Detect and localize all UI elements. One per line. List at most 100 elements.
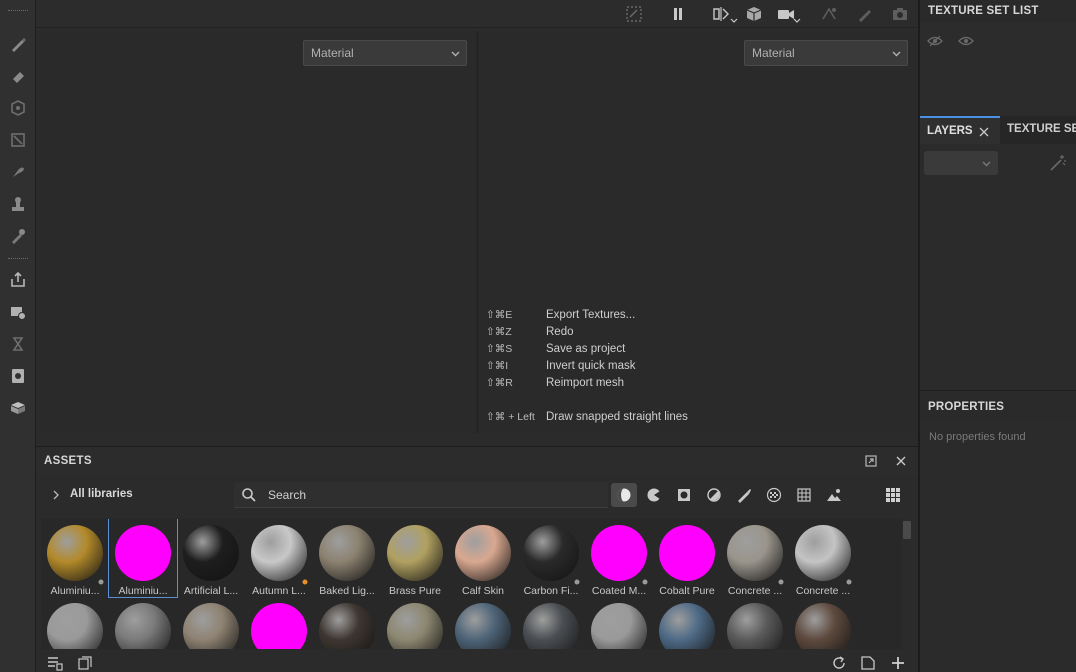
- asset-badge-icon: [573, 573, 581, 585]
- import-resources-icon[interactable]: [47, 655, 63, 671]
- asset-item[interactable]: [585, 597, 653, 649]
- asset-item[interactable]: [245, 597, 313, 649]
- filter-filters-button[interactable]: [701, 483, 727, 507]
- polygon-fill-tool-icon[interactable]: [8, 130, 28, 150]
- asset-item[interactable]: [449, 597, 517, 649]
- assets-toolbar: All libraries: [36, 480, 918, 510]
- shortcut-key: ⇧⌘E: [486, 309, 513, 321]
- filter-smart-materials-button[interactable]: [641, 483, 667, 507]
- material-thumbnail: [523, 525, 579, 581]
- asset-item[interactable]: [177, 597, 245, 649]
- tab-layers[interactable]: LAYERS: [920, 116, 1000, 144]
- magic-wand-icon[interactable]: [1049, 154, 1067, 172]
- symmetry-caret-icon[interactable]: [730, 18, 738, 24]
- asset-item[interactable]: Concrete ...: [789, 519, 857, 597]
- close-icon[interactable]: [894, 454, 908, 468]
- shortcut-action: Export Textures...: [546, 309, 636, 321]
- camera-caret-icon[interactable]: [793, 18, 801, 24]
- filter-environments-button[interactable]: [821, 483, 847, 507]
- search-box[interactable]: [234, 482, 608, 508]
- material-thumbnail: [727, 525, 783, 581]
- viewport-3d-channel-label: Material: [311, 46, 354, 60]
- bake-tool-icon[interactable]: [8, 302, 28, 322]
- asset-item[interactable]: [653, 597, 721, 649]
- symmetry-icon[interactable]: [710, 4, 732, 24]
- clone-stamp-tool-icon[interactable]: [8, 194, 28, 214]
- grid-view-icon: [886, 488, 900, 502]
- asset-item[interactable]: [721, 597, 789, 649]
- asset-item[interactable]: Autumn L...: [245, 519, 313, 597]
- asset-item[interactable]: [313, 597, 381, 649]
- filter-smart-masks-button[interactable]: [671, 483, 697, 507]
- grid-view-button[interactable]: [880, 483, 906, 507]
- asset-label: Autumn L...: [252, 585, 306, 597]
- search-input[interactable]: [268, 487, 598, 503]
- display-settings-icon[interactable]: [8, 366, 28, 386]
- selection-mask-icon[interactable]: [623, 4, 645, 24]
- shelf-box-icon[interactable]: [8, 398, 28, 418]
- texture-set-list-title: TEXTURE SET LIST: [928, 5, 1039, 17]
- asset-item[interactable]: Calf Skin: [449, 519, 517, 597]
- material-thumbnail: [251, 525, 307, 581]
- asset-item[interactable]: [517, 597, 585, 649]
- library-manager-icon[interactable]: [77, 655, 93, 671]
- shortcut-action: Draw snapped straight lines: [546, 411, 688, 423]
- filter-procedurals-button[interactable]: [791, 483, 817, 507]
- asset-item[interactable]: [109, 597, 177, 649]
- asset-item[interactable]: Aluminiu...: [108, 519, 178, 598]
- asset-item[interactable]: Coated M...: [585, 519, 653, 597]
- left-tool-palette: [0, 0, 36, 672]
- tab-texture-set-settings[interactable]: TEXTURE SE: [1000, 116, 1076, 144]
- paint-mode-icon[interactable]: [854, 4, 876, 24]
- toolbar-grip-2[interactable]: [8, 258, 28, 260]
- layers-panel: LAYERS TEXTURE SE: [920, 116, 1076, 388]
- maximize-icon[interactable]: [864, 454, 878, 468]
- close-icon[interactable]: [979, 127, 989, 137]
- projection-tool-icon[interactable]: [8, 98, 28, 118]
- iray-render-icon[interactable]: [818, 4, 840, 24]
- scrollbar-thumb[interactable]: [903, 521, 911, 539]
- material-thumbnail: [251, 603, 307, 649]
- asset-item[interactable]: [41, 597, 109, 649]
- library-selector[interactable]: All libraries: [70, 488, 133, 500]
- eye-icon[interactable]: [958, 34, 974, 48]
- properties-panel: PROPERTIES No properties found: [920, 390, 1076, 672]
- color-picker-tool-icon[interactable]: [8, 226, 28, 246]
- asset-item[interactable]: Artificial L...: [177, 519, 245, 597]
- asset-item[interactable]: [789, 597, 857, 649]
- viewport-3d[interactable]: Material: [36, 31, 476, 433]
- asset-item[interactable]: Carbon Fi...: [517, 519, 585, 597]
- viewport-2d[interactable]: Material: [479, 31, 918, 433]
- paint-brush-tool-icon[interactable]: [8, 34, 28, 54]
- hourglass-tool-icon[interactable]: [8, 334, 28, 354]
- layers-channel-select[interactable]: [924, 151, 998, 175]
- filter-alphas-button[interactable]: [761, 483, 787, 507]
- asset-grid-scrollbar[interactable]: [902, 519, 912, 649]
- view-cube-icon[interactable]: [743, 4, 765, 24]
- viewport-3d-channel-select[interactable]: Material: [303, 40, 467, 66]
- screenshot-camera-icon[interactable]: [889, 4, 911, 24]
- material-thumbnail: [387, 603, 443, 649]
- asset-item[interactable]: Brass Pure: [381, 519, 449, 597]
- asset-item[interactable]: [381, 597, 449, 649]
- add-icon[interactable]: [890, 655, 906, 671]
- asset-item[interactable]: Cobalt Pure: [653, 519, 721, 597]
- eye-hidden-icon[interactable]: [927, 34, 943, 48]
- filter-brushes-button[interactable]: [731, 483, 757, 507]
- asset-item[interactable]: Concrete ...: [721, 519, 789, 597]
- eraser-tool-icon[interactable]: [8, 66, 28, 86]
- export-tool-icon[interactable]: [8, 270, 28, 290]
- new-folder-icon[interactable]: [860, 655, 876, 671]
- smudge-tool-icon[interactable]: [8, 162, 28, 182]
- pause-icon[interactable]: [667, 4, 689, 24]
- asset-item[interactable]: Baked Lig...: [313, 519, 381, 597]
- chevron-right-icon[interactable]: [52, 490, 60, 500]
- filter-materials-button[interactable]: [611, 483, 637, 507]
- asset-item[interactable]: Aluminiu...: [41, 519, 109, 597]
- refresh-icon[interactable]: [831, 655, 847, 671]
- viewport-2d-channel-select[interactable]: Material: [744, 40, 908, 66]
- shortcut-action: Save as project: [546, 343, 626, 355]
- material-thumbnail: [455, 603, 511, 649]
- toolbar-grip[interactable]: [8, 10, 28, 12]
- tab-layers-label: LAYERS: [927, 125, 973, 137]
